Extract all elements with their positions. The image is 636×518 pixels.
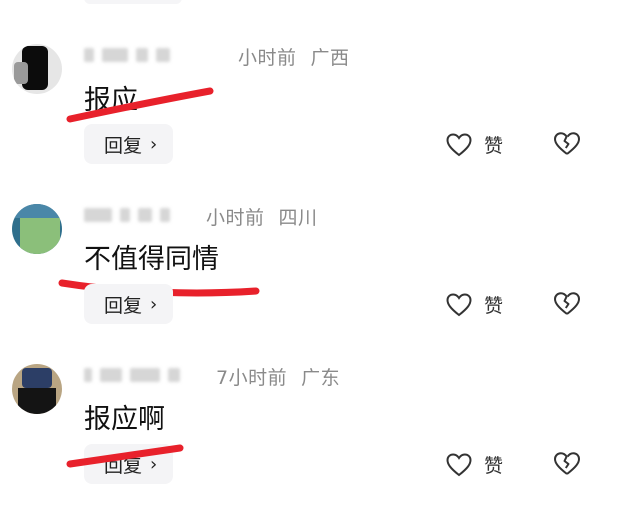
broken-heart-icon (554, 132, 581, 155)
comment-time: 7小时前 (216, 367, 288, 389)
username-redacted (84, 206, 170, 224)
comment-time: 小时前 (238, 47, 297, 69)
heart-outline-icon (446, 452, 472, 476)
heart-outline-icon (446, 292, 472, 316)
comment-meta: 7小时前 广东 (216, 363, 340, 390)
chevron-right-icon: › (150, 133, 158, 155)
comment-meta: 小时前 四川 (206, 203, 318, 230)
reply-button[interactable]: 回复 › (84, 284, 174, 324)
comment-location: 广东 (301, 367, 341, 389)
like-button[interactable]: 赞 (446, 131, 503, 158)
dislike-button[interactable] (553, 451, 581, 481)
comment-item: 小时前 广西 报应 回复 › 赞 (0, 0, 636, 164)
chevron-right-icon: › (150, 293, 158, 315)
dislike-button[interactable] (553, 291, 581, 321)
like-button[interactable]: 赞 (446, 291, 503, 318)
comment-location: 广西 (310, 47, 350, 69)
like-label: 赞 (484, 295, 504, 317)
avatar[interactable] (12, 204, 62, 254)
like-button[interactable]: 赞 (446, 451, 503, 478)
comment-time: 小时前 (206, 207, 265, 229)
username-redacted (84, 46, 170, 64)
comment-location: 四川 (278, 207, 318, 229)
like-label: 赞 (484, 135, 504, 157)
comment-item: 小时前 四川 不值得同情 回复 › 赞 (0, 160, 636, 324)
red-underline-annotation (66, 444, 184, 468)
broken-heart-icon (554, 292, 581, 315)
dislike-button[interactable] (553, 131, 581, 161)
comment-meta: 小时前 广西 (238, 43, 350, 70)
username-redacted (84, 366, 180, 384)
comment-text: 不值得同情 (84, 244, 219, 275)
avatar[interactable] (12, 364, 62, 414)
comment-item: 7小时前 广东 报应啊 回复 › 赞 (0, 320, 636, 484)
comment-text: 报应啊 (84, 404, 165, 435)
reply-button[interactable]: 回复 › (84, 124, 174, 164)
broken-heart-icon (554, 452, 581, 475)
reply-label: 回复 (104, 294, 143, 317)
heart-outline-icon (446, 132, 472, 156)
like-label: 赞 (484, 455, 504, 477)
reply-label: 回复 (104, 134, 143, 157)
avatar[interactable] (12, 44, 62, 94)
red-underline-annotation (66, 87, 214, 123)
